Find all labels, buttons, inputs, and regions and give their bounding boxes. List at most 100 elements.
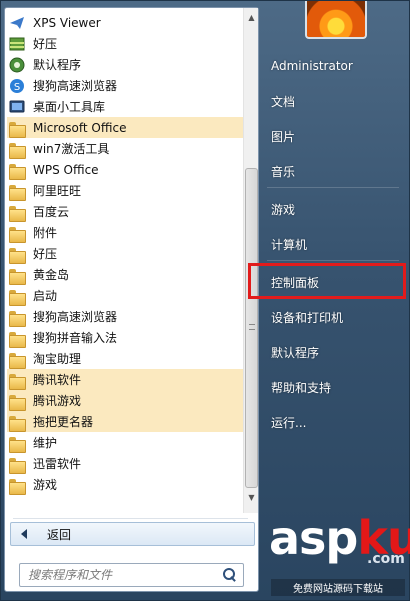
program-label: 搜狗拼音输入法 — [33, 331, 118, 345]
user-avatar[interactable] — [305, 1, 367, 39]
right-menu-item[interactable]: 计算机 — [271, 233, 307, 255]
program-label: 百度云 — [33, 205, 70, 219]
program-item[interactable]: 搜狗拼音输入法 — [7, 327, 243, 348]
xps-viewer-icon — [9, 15, 25, 31]
program-item[interactable]: 腾讯游戏 — [7, 390, 243, 411]
program-label: 阿里旺旺 — [33, 184, 82, 198]
folder-icon — [9, 330, 26, 348]
folder-icon — [9, 204, 26, 222]
program-item[interactable]: 迅雷软件 — [7, 453, 243, 474]
program-item[interactable]: 搜狗高速浏览器 — [7, 306, 243, 327]
program-label: 启动 — [33, 289, 58, 303]
program-label: 好压 — [33, 37, 58, 51]
program-label: Microsoft Office — [33, 120, 127, 135]
search-icon[interactable] — [223, 568, 237, 582]
program-item[interactable]: WPS Office — [7, 159, 243, 180]
program-item[interactable]: 黄金岛 — [7, 264, 243, 285]
program-item[interactable]: 启动 — [7, 285, 243, 306]
program-item[interactable]: 游戏 — [7, 474, 243, 495]
scroll-down-arrow-icon[interactable]: ▼ — [244, 490, 259, 505]
right-menu-item[interactable]: 音乐 — [271, 160, 295, 182]
divider — [13, 518, 248, 519]
folder-icon — [9, 141, 26, 159]
start-menu: XPS Viewer 好压 默认程序 S 搜狗高速浏览器 桌面小工具库 Microsoft … — [0, 0, 410, 601]
program-label: 默认程序 — [33, 58, 82, 72]
program-item[interactable]: 维护 — [7, 432, 243, 453]
folder-icon — [9, 477, 26, 495]
program-item[interactable]: 腾讯软件 — [7, 369, 243, 390]
program-item[interactable]: XPS Viewer — [7, 12, 243, 33]
folder-icon — [9, 372, 26, 390]
folder-icon — [9, 393, 26, 411]
program-label: 黄金岛 — [33, 268, 70, 282]
folder-icon — [9, 183, 26, 201]
search-box[interactable] — [19, 563, 244, 587]
program-item[interactable]: 阿里旺旺 — [7, 180, 243, 201]
right-divider — [267, 260, 399, 261]
folder-icon — [9, 246, 26, 264]
back-label: 返回 — [47, 527, 72, 542]
program-item[interactable]: 默认程序 — [7, 54, 243, 75]
svg-text:S: S — [14, 82, 20, 93]
program-item[interactable]: 好压 — [7, 33, 243, 54]
right-menu-item[interactable]: 设备和打印机 — [271, 306, 343, 328]
grip-icon — [249, 324, 255, 330]
scrollbar[interactable]: ▲ ▼ — [243, 8, 258, 513]
program-item[interactable]: S 搜狗高速浏览器 — [7, 75, 243, 96]
right-menu-item[interactable]: 图片 — [271, 125, 295, 147]
program-item[interactable]: 淘宝助理 — [7, 348, 243, 369]
programs-pane: XPS Viewer 好压 默认程序 S 搜狗高速浏览器 桌面小工具库 Microsoft … — [4, 7, 259, 592]
folder-icon — [9, 351, 26, 369]
program-label: 搜狗高速浏览器 — [33, 79, 118, 93]
program-label: 拖把更名器 — [33, 415, 94, 429]
folder-icon — [9, 414, 26, 432]
annotation-highlight-box — [248, 263, 406, 299]
archive-icon — [9, 36, 25, 52]
right-menu-item[interactable]: Administrator — [271, 55, 353, 77]
program-label: 桌面小工具库 — [33, 100, 106, 114]
program-item[interactable]: win7激活工具 — [7, 138, 243, 159]
program-label: WPS Office — [33, 162, 99, 177]
right-menu-item[interactable]: 运行... — [271, 411, 306, 433]
right-menu-item[interactable]: 帮助和支持 — [271, 376, 331, 398]
program-item[interactable]: 好压 — [7, 243, 243, 264]
right-divider — [267, 187, 399, 188]
back-button[interactable]: 返回 — [10, 522, 255, 546]
program-label: 腾讯软件 — [33, 373, 82, 387]
program-label: XPS Viewer — [33, 15, 101, 30]
folder-icon — [9, 120, 26, 138]
program-label: 腾讯游戏 — [33, 394, 82, 408]
right-menu-item[interactable]: 默认程序 — [271, 341, 319, 363]
program-label: 迅雷软件 — [33, 457, 82, 471]
program-item[interactable]: 附件 — [7, 222, 243, 243]
aspku-watermark: aspku .com 免费网站源码下载站 — [269, 507, 410, 601]
program-label: 维护 — [33, 436, 58, 450]
folder-icon — [9, 162, 26, 180]
default-programs-icon — [9, 57, 25, 73]
program-label: 好压 — [33, 247, 58, 261]
program-label: 附件 — [33, 226, 58, 240]
folder-icon — [9, 288, 26, 306]
scroll-thumb[interactable] — [245, 168, 258, 488]
program-label: 淘宝助理 — [33, 352, 82, 366]
program-item[interactable]: 拖把更名器 — [7, 411, 243, 432]
program-item[interactable]: 百度云 — [7, 201, 243, 222]
watermark-dotcom: .com — [367, 551, 405, 567]
program-label: 游戏 — [33, 478, 58, 492]
program-label: win7激活工具 — [33, 142, 110, 156]
folder-icon — [9, 267, 26, 285]
search-input[interactable] — [28, 565, 223, 585]
watermark-subtitle: 免费网站源码下载站 — [271, 579, 405, 596]
folder-icon — [9, 309, 26, 327]
program-item[interactable]: 桌面小工具库 — [7, 96, 243, 117]
folder-icon — [9, 435, 26, 453]
scroll-up-arrow-icon[interactable]: ▲ — [244, 10, 259, 25]
sogou-browser-icon: S — [9, 78, 25, 94]
gadgets-icon — [9, 99, 25, 115]
right-menu-item[interactable]: 文档 — [271, 90, 295, 112]
right-menu-item[interactable]: 游戏 — [271, 198, 295, 220]
all-programs-list: XPS Viewer 好压 默认程序 S 搜狗高速浏览器 桌面小工具库 Microsoft … — [5, 8, 243, 513]
program-item[interactable]: Microsoft Office — [7, 117, 243, 138]
folder-icon — [9, 456, 26, 474]
folder-icon — [9, 225, 26, 243]
